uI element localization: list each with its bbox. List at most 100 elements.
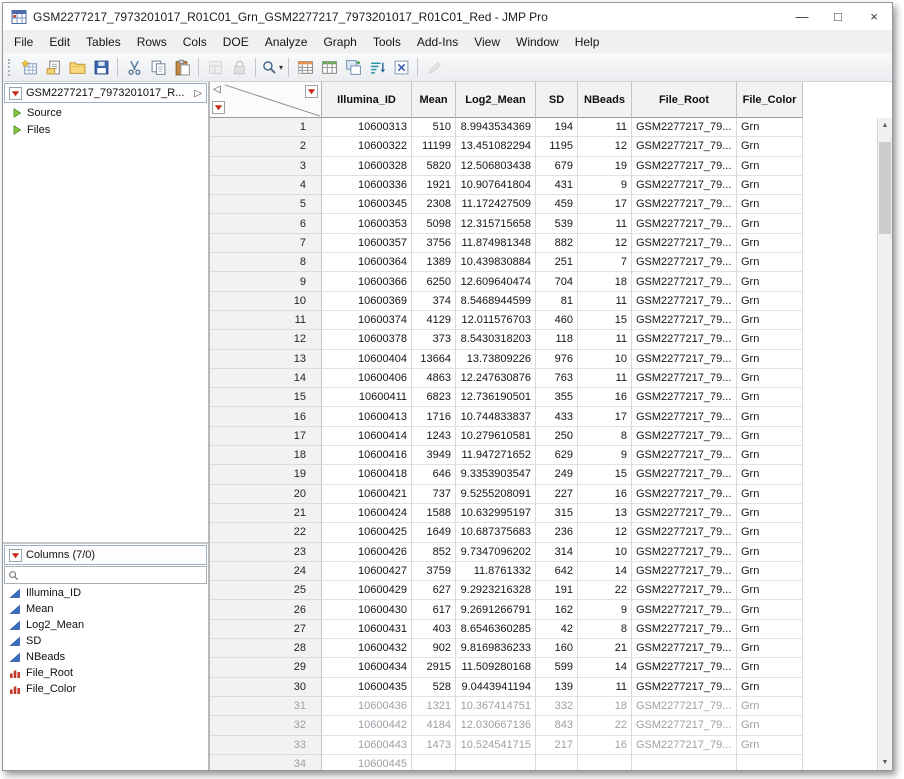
column-item-mean[interactable]: Mean	[3, 601, 208, 617]
row-number-cell[interactable]: 7	[210, 234, 322, 253]
layout-icon[interactable]	[203, 56, 227, 78]
cell-nbeads[interactable]: 9	[578, 446, 632, 465]
cell-sd[interactable]: 763	[536, 369, 578, 388]
cell-nbeads[interactable]: 8	[578, 427, 632, 446]
menu-tools[interactable]: Tools	[365, 32, 409, 52]
cell-log2-mean[interactable]: 10.279610581	[456, 427, 536, 446]
cell-file-color[interactable]: Grn	[737, 407, 803, 426]
cell-illumina-id[interactable]: 10600426	[322, 543, 412, 562]
data-table-icon[interactable]	[293, 56, 317, 78]
cell-mean[interactable]: 1588	[412, 504, 456, 523]
row-number-cell[interactable]: 6	[210, 214, 322, 233]
cell-log2-mean[interactable]: 10.367414751	[456, 697, 536, 716]
cell-sd[interactable]: 629	[536, 446, 578, 465]
cell-file-color[interactable]: Grn	[737, 214, 803, 233]
cell-mean[interactable]: 510	[412, 118, 456, 137]
cell-file-color[interactable]: Grn	[737, 658, 803, 677]
row-number-cell[interactable]: 31	[210, 697, 322, 716]
cell-nbeads[interactable]: 11	[578, 214, 632, 233]
cell-file-color[interactable]: Grn	[737, 446, 803, 465]
row-number-cell[interactable]: 24	[210, 562, 322, 581]
cell-mean[interactable]	[412, 755, 456, 770]
cell-log2-mean[interactable]: 8.6546360285	[456, 620, 536, 639]
cell-file-color[interactable]: Grn	[737, 388, 803, 407]
cell-file-root[interactable]: GSM2277217_79...	[632, 504, 737, 523]
cell-nbeads[interactable]: 9	[578, 176, 632, 195]
cell-mean[interactable]: 11199	[412, 137, 456, 156]
cell-nbeads[interactable]: 12	[578, 523, 632, 542]
cell-sd[interactable]: 118	[536, 330, 578, 349]
cell-file-color[interactable]: Grn	[737, 195, 803, 214]
cell-mean[interactable]: 374	[412, 292, 456, 311]
cell-mean[interactable]: 6250	[412, 272, 456, 291]
cell-nbeads[interactable]: 11	[578, 369, 632, 388]
cell-file-root[interactable]: GSM2277217_79...	[632, 330, 737, 349]
row-number-cell[interactable]: 9	[210, 272, 322, 291]
row-number-cell[interactable]: 14	[210, 369, 322, 388]
cell-mean[interactable]: 5820	[412, 157, 456, 176]
column-item-nbeads[interactable]: NBeads	[3, 649, 208, 665]
join-icon[interactable]	[341, 56, 365, 78]
column-item-file-color[interactable]: File_Color	[3, 681, 208, 697]
cell-illumina-id[interactable]: 10600414	[322, 427, 412, 446]
cell-file-color[interactable]: Grn	[737, 427, 803, 446]
cell-log2-mean[interactable]: 12.506803438	[456, 157, 536, 176]
cell-nbeads[interactable]: 13	[578, 504, 632, 523]
cell-sd[interactable]: 1195	[536, 137, 578, 156]
cell-mean[interactable]: 1243	[412, 427, 456, 446]
menu-window[interactable]: Window	[508, 32, 567, 52]
cell-log2-mean[interactable]: 11.874981348	[456, 234, 536, 253]
menu-edit[interactable]: Edit	[41, 32, 78, 52]
cell-mean[interactable]: 646	[412, 465, 456, 484]
cell-sd[interactable]: 355	[536, 388, 578, 407]
column-item-sd[interactable]: SD	[3, 633, 208, 649]
cell-log2-mean[interactable]	[456, 755, 536, 770]
cell-file-root[interactable]: GSM2277217_79...	[632, 523, 737, 542]
cell-log2-mean[interactable]: 9.7347096202	[456, 543, 536, 562]
scroll-up-icon[interactable]: ▲	[878, 118, 892, 133]
zoom-icon[interactable]: ▾	[260, 56, 284, 78]
cell-mean[interactable]: 737	[412, 485, 456, 504]
cell-file-root[interactable]: GSM2277217_79...	[632, 176, 737, 195]
menu-graph[interactable]: Graph	[315, 32, 364, 52]
row-number-cell[interactable]: 27	[210, 620, 322, 639]
cell-nbeads[interactable]: 18	[578, 272, 632, 291]
cell-log2-mean[interactable]: 8.9943534369	[456, 118, 536, 137]
cell-illumina-id[interactable]: 10600436	[322, 697, 412, 716]
cell-file-root[interactable]: GSM2277217_79...	[632, 465, 737, 484]
row-number-cell[interactable]: 19	[210, 465, 322, 484]
cell-nbeads[interactable]: 17	[578, 195, 632, 214]
cell-log2-mean[interactable]: 12.247630876	[456, 369, 536, 388]
cell-mean[interactable]: 1716	[412, 407, 456, 426]
cell-illumina-id[interactable]: 10600434	[322, 658, 412, 677]
cell-file-color[interactable]: Grn	[737, 523, 803, 542]
cell-illumina-id[interactable]: 10600345	[322, 195, 412, 214]
cell-sd[interactable]: 139	[536, 678, 578, 697]
cell-mean[interactable]: 6823	[412, 388, 456, 407]
row-number-cell[interactable]: 22	[210, 523, 322, 542]
cell-mean[interactable]: 852	[412, 543, 456, 562]
menu-addins[interactable]: Add-Ins	[409, 32, 466, 52]
new-data-table-icon[interactable]	[17, 56, 41, 78]
cell-nbeads[interactable]: 9	[578, 600, 632, 619]
minimize-button[interactable]: —	[784, 3, 820, 30]
cell-file-root[interactable]: GSM2277217_79...	[632, 620, 737, 639]
cell-file-color[interactable]: Grn	[737, 639, 803, 658]
cell-nbeads[interactable]: 8	[578, 620, 632, 639]
cell-log2-mean[interactable]: 11.172427509	[456, 195, 536, 214]
cell-log2-mean[interactable]: 9.0443941194	[456, 678, 536, 697]
cell-file-color[interactable]: Grn	[737, 562, 803, 581]
cell-sd[interactable]: 976	[536, 350, 578, 369]
cell-sd[interactable]: 599	[536, 658, 578, 677]
save-icon[interactable]	[89, 56, 113, 78]
cell-mean[interactable]: 528	[412, 678, 456, 697]
cell-mean[interactable]: 3759	[412, 562, 456, 581]
cell-file-color[interactable]	[737, 755, 803, 770]
cell-file-color[interactable]: Grn	[737, 350, 803, 369]
cell-file-color[interactable]: Grn	[737, 678, 803, 697]
zoom-caret-icon[interactable]: ▾	[279, 63, 283, 72]
cell-illumina-id[interactable]: 10600442	[322, 716, 412, 735]
cell-nbeads[interactable]: 16	[578, 388, 632, 407]
cell-log2-mean[interactable]: 9.3353903547	[456, 465, 536, 484]
cell-sd[interactable]: 459	[536, 195, 578, 214]
